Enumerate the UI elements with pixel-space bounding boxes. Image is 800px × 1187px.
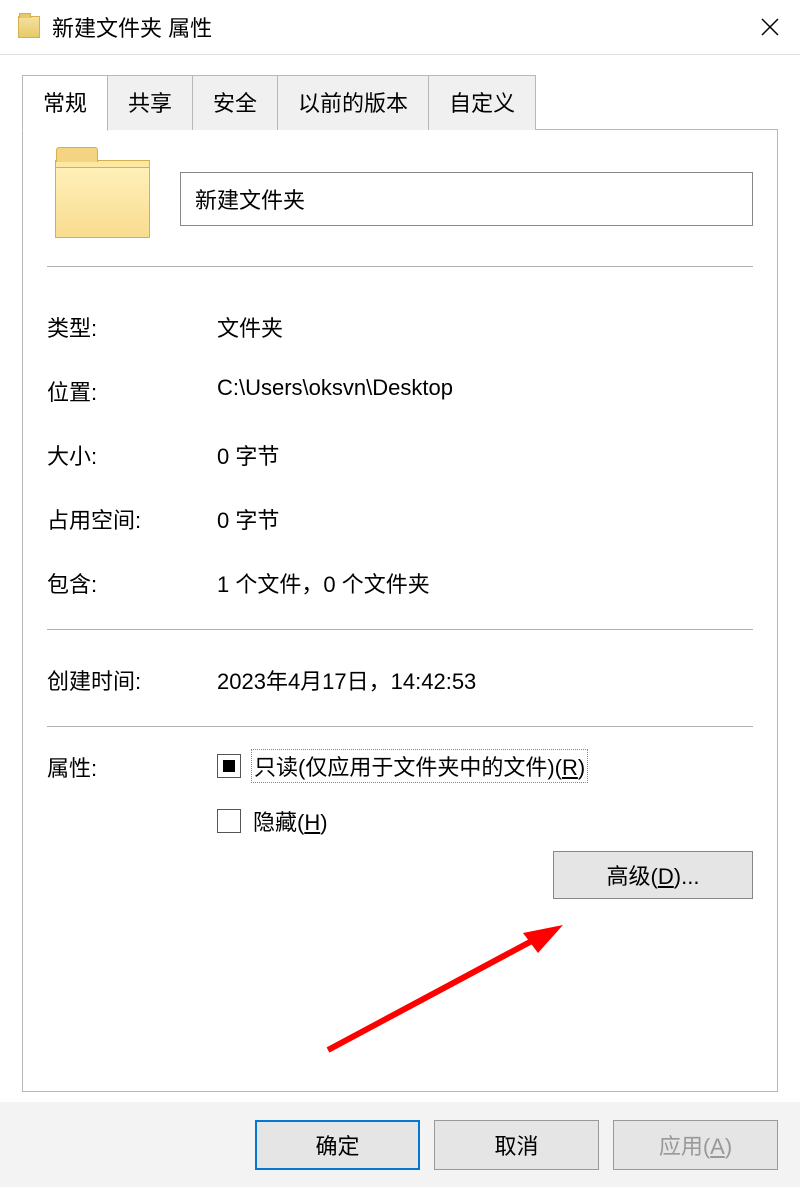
tab-customize[interactable]: 自定义 xyxy=(428,75,536,130)
value-location: C:\Users\oksvn\Desktop xyxy=(217,375,453,407)
dialog-footer: 确定 取消 应用(A) xyxy=(0,1102,800,1187)
close-button[interactable] xyxy=(740,0,800,55)
cancel-button[interactable]: 取消 xyxy=(434,1120,599,1170)
readonly-checkbox-row[interactable]: 只读(仅应用于文件夹中的文件)(R) xyxy=(217,749,753,783)
hidden-checkbox-row[interactable]: 隐藏(H) xyxy=(217,805,753,837)
tab-sharing[interactable]: 共享 xyxy=(107,75,193,130)
readonly-checkbox[interactable] xyxy=(217,754,241,778)
label-size-on-disk: 占用空间: xyxy=(47,503,217,535)
apply-button[interactable]: 应用(A) xyxy=(613,1120,778,1170)
label-created: 创建时间: xyxy=(47,664,217,696)
window-title: 新建文件夹 属性 xyxy=(52,11,212,43)
folder-icon xyxy=(18,16,40,38)
label-contains: 包含: xyxy=(47,567,217,599)
label-attributes: 属性: xyxy=(47,749,217,899)
tab-security[interactable]: 安全 xyxy=(192,75,278,130)
folder-name-input[interactable] xyxy=(180,172,753,226)
label-size: 大小: xyxy=(47,439,217,471)
hidden-label: 隐藏(H) xyxy=(251,805,330,837)
readonly-label: 只读(仅应用于文件夹中的文件)(R) xyxy=(251,749,588,783)
value-contains: 1 个文件，0 个文件夹 xyxy=(217,567,430,599)
value-created: 2023年4月17日，14:42:53 xyxy=(217,664,476,696)
value-type: 文件夹 xyxy=(217,311,283,343)
advanced-button[interactable]: 高级(D)... xyxy=(553,851,753,899)
close-icon xyxy=(761,18,779,36)
value-size-on-disk: 0 字节 xyxy=(217,503,279,535)
tab-strip: 常规 共享 安全 以前的版本 自定义 xyxy=(0,75,800,130)
label-location: 位置: xyxy=(47,375,217,407)
value-size: 0 字节 xyxy=(217,439,279,471)
folder-big-icon xyxy=(55,160,150,238)
tab-general[interactable]: 常规 xyxy=(22,75,108,131)
tab-previous-versions[interactable]: 以前的版本 xyxy=(277,75,429,130)
tab-panel-general: 类型: 文件夹 位置: C:\Users\oksvn\Desktop 大小: 0… xyxy=(22,130,778,1092)
label-type: 类型: xyxy=(47,311,217,343)
titlebar: 新建文件夹 属性 xyxy=(0,0,800,55)
ok-button[interactable]: 确定 xyxy=(255,1120,420,1170)
hidden-checkbox[interactable] xyxy=(217,809,241,833)
annotation-arrow xyxy=(323,915,583,1055)
